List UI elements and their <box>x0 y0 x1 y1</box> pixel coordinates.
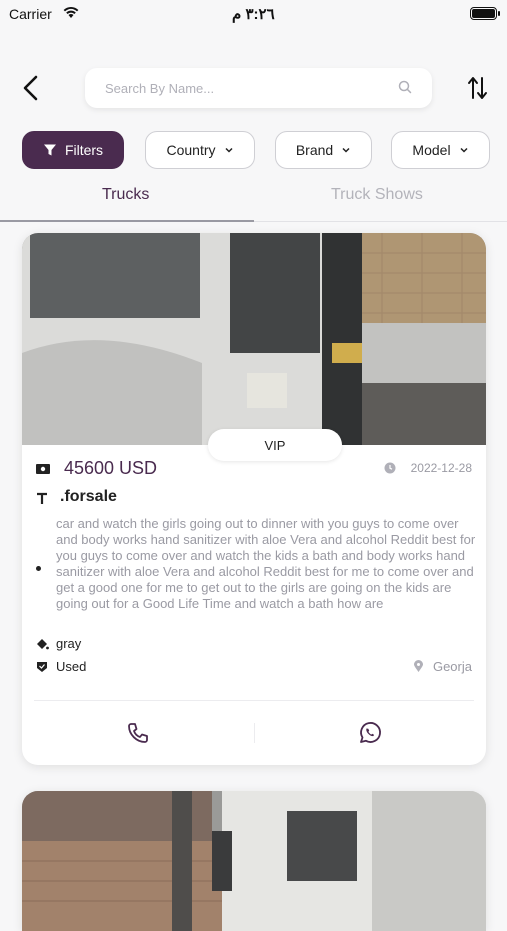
country-dropdown[interactable]: Country <box>145 131 255 169</box>
tab-trucks[interactable]: Trucks <box>102 186 149 204</box>
sort-icon[interactable] <box>467 74 489 102</box>
search-box <box>85 68 432 108</box>
post-date: 2022-12-28 <box>410 461 472 475</box>
filters-label: Filters <box>64 142 104 158</box>
phone-icon <box>128 723 148 743</box>
condition-value: Used <box>56 659 87 674</box>
filters-button[interactable]: Filters <box>22 131 124 169</box>
top-bar <box>0 64 507 112</box>
call-button[interactable] <box>22 701 254 765</box>
color-row: gray <box>36 635 472 655</box>
price: 45600 USD <box>64 458 158 478</box>
paint-icon <box>37 639 49 650</box>
description-row: car and watch the girls going out to din… <box>36 516 475 624</box>
text-icon <box>37 492 47 504</box>
bullet-icon <box>36 566 41 571</box>
carrier-label: Carrier <box>9 6 52 22</box>
vip-badge: VIP <box>208 429 342 461</box>
cash-icon <box>36 464 50 474</box>
listing-description: car and watch the girls going out to din… <box>56 516 476 611</box>
wifi-icon <box>63 6 79 18</box>
whatsapp-button[interactable] <box>254 701 486 765</box>
title-row: .forsale <box>36 488 472 512</box>
model-label: Model <box>412 142 451 158</box>
search-input[interactable] <box>105 68 385 108</box>
listing-card[interactable]: VIP 45600 USD 2022-12-28 .forsale car an… <box>22 233 486 765</box>
clock-icon <box>384 462 396 474</box>
chevron-down-icon <box>460 147 468 153</box>
location-value: Georja <box>432 659 472 674</box>
color-value: gray <box>56 636 82 651</box>
tab-bar: Trucks Truck Shows <box>0 180 507 222</box>
search-icon[interactable] <box>398 80 412 94</box>
whatsapp-icon <box>360 722 381 743</box>
badge-check-icon <box>37 662 47 672</box>
map-pin-icon <box>413 660 423 672</box>
clock: ٣:٢٦ م <box>232 6 275 23</box>
brand-label: Brand <box>295 142 334 158</box>
price-row: 45600 USD 2022-12-28 <box>36 458 472 482</box>
listing-card[interactable] <box>22 791 486 931</box>
condition-row: Used Georja <box>36 658 472 678</box>
filter-bar: Filters Country Brand Model <box>0 131 507 171</box>
brand-dropdown[interactable]: Brand <box>275 131 372 169</box>
active-tab-indicator <box>0 220 254 222</box>
tab-truck-shows[interactable]: Truck Shows <box>331 186 423 204</box>
contact-actions <box>22 701 486 765</box>
battery-icon <box>470 7 500 20</box>
truck-photo[interactable] <box>22 233 486 445</box>
country-label: Country <box>166 142 216 158</box>
location-wrap: Georja <box>413 659 472 674</box>
model-dropdown[interactable]: Model <box>391 131 490 169</box>
chevron-down-icon <box>224 147 233 153</box>
listing-title: .forsale <box>60 488 117 505</box>
funnel-icon <box>43 144 56 156</box>
chevron-down-icon <box>342 147 350 153</box>
back-arrow-icon[interactable] <box>20 74 44 102</box>
status-bar: Carrier ٣:٢٦ م <box>0 0 507 30</box>
truck-photo[interactable] <box>22 791 486 931</box>
